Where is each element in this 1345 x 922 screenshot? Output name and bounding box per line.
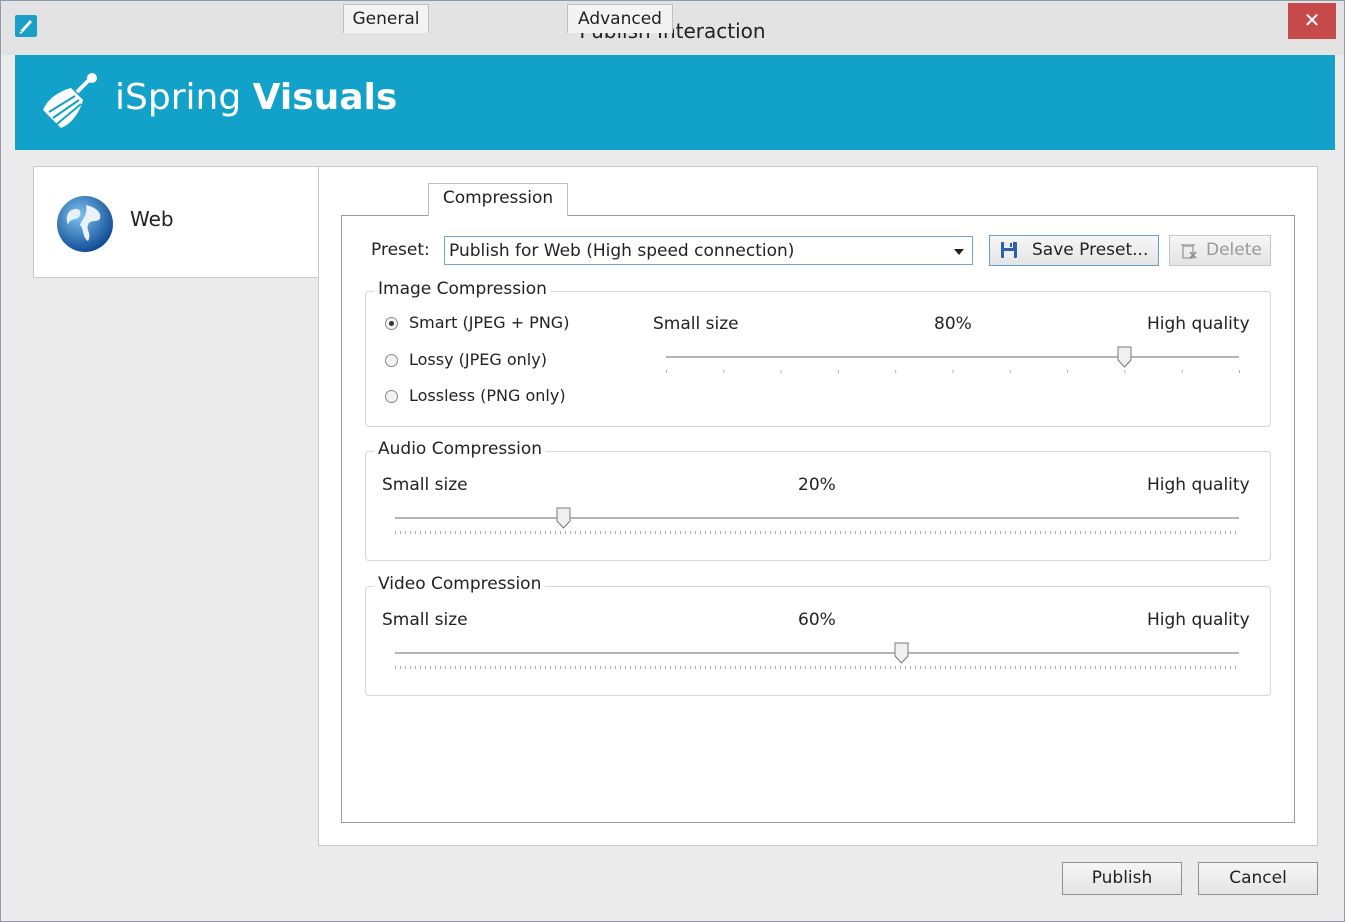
slider-track: [395, 652, 1239, 655]
shuttlecock-logo-icon: [43, 73, 97, 128]
slider-ticks: [395, 531, 1236, 534]
save-preset-button[interactable]: Save Preset...: [989, 235, 1159, 266]
video-compression-group: [365, 586, 1271, 696]
globe-icon: [57, 196, 113, 252]
slider-thumb[interactable]: [894, 642, 909, 664]
video-min-label: Small size: [382, 610, 468, 630]
audio-value-label: 20%: [798, 475, 836, 495]
save-preset-label: Save Preset...: [1032, 240, 1149, 260]
radio-dot: [385, 390, 398, 403]
audio-compression-title: Audio Compression: [374, 439, 547, 459]
delete-preset-button[interactable]: Delete: [1169, 235, 1271, 266]
radio-dot: [385, 317, 398, 330]
brand-name: iSpring Visuals: [115, 77, 397, 118]
cancel-button[interactable]: Cancel: [1198, 862, 1318, 895]
slider-track: [666, 356, 1239, 359]
slider-track: [395, 517, 1239, 520]
slider-ticks: [395, 666, 1236, 669]
tab-compression[interactable]: Compression: [428, 183, 568, 216]
tab-advanced[interactable]: Advanced: [567, 4, 673, 33]
image-value-label: 80%: [934, 314, 972, 334]
brand-name-bold: Visuals: [252, 77, 398, 118]
image-max-label: High quality: [1147, 314, 1250, 334]
radio-label: Smart (JPEG + PNG): [409, 313, 570, 332]
preset-label: Preset:: [371, 240, 430, 260]
close-button[interactable]: ✕: [1288, 3, 1336, 39]
radio-label: Lossless (PNG only): [409, 386, 566, 405]
publish-button[interactable]: Publish: [1062, 862, 1182, 895]
video-max-label: High quality: [1147, 610, 1250, 630]
dropdown-arrow-icon: [954, 249, 964, 255]
audio-min-label: Small size: [382, 475, 468, 495]
radio-label: Lossy (JPEG only): [409, 350, 547, 369]
delete-preset-label: Delete: [1206, 240, 1262, 260]
video-compression-title: Video Compression: [374, 574, 546, 594]
preset-select[interactable]: Publish for Web (High speed connection): [444, 236, 973, 265]
sidebar-item-label: Web: [130, 207, 174, 231]
audio-compression-group: [365, 451, 1271, 561]
publish-dialog: Publish Interaction ✕ iSpring Visuals We…: [0, 0, 1345, 922]
floppy-disk-icon: [1001, 242, 1017, 258]
video-value-label: 60%: [798, 610, 836, 630]
brand-name-light: iSpring: [115, 77, 253, 118]
delete-icon: [1181, 244, 1197, 259]
sidebar-item-web[interactable]: Web: [33, 166, 319, 278]
brand-banner: iSpring Visuals: [15, 55, 1335, 150]
preset-select-value: Publish for Web (High speed connection): [449, 241, 795, 261]
image-compression-title: Image Compression: [374, 279, 551, 299]
slider-ticks: [666, 370, 1240, 373]
slider-thumb[interactable]: [556, 507, 571, 529]
radio-dot: [385, 354, 398, 367]
image-min-label: Small size: [653, 314, 739, 334]
audio-max-label: High quality: [1147, 475, 1250, 495]
slider-thumb[interactable]: [1117, 346, 1132, 368]
tab-general[interactable]: General: [343, 4, 429, 33]
